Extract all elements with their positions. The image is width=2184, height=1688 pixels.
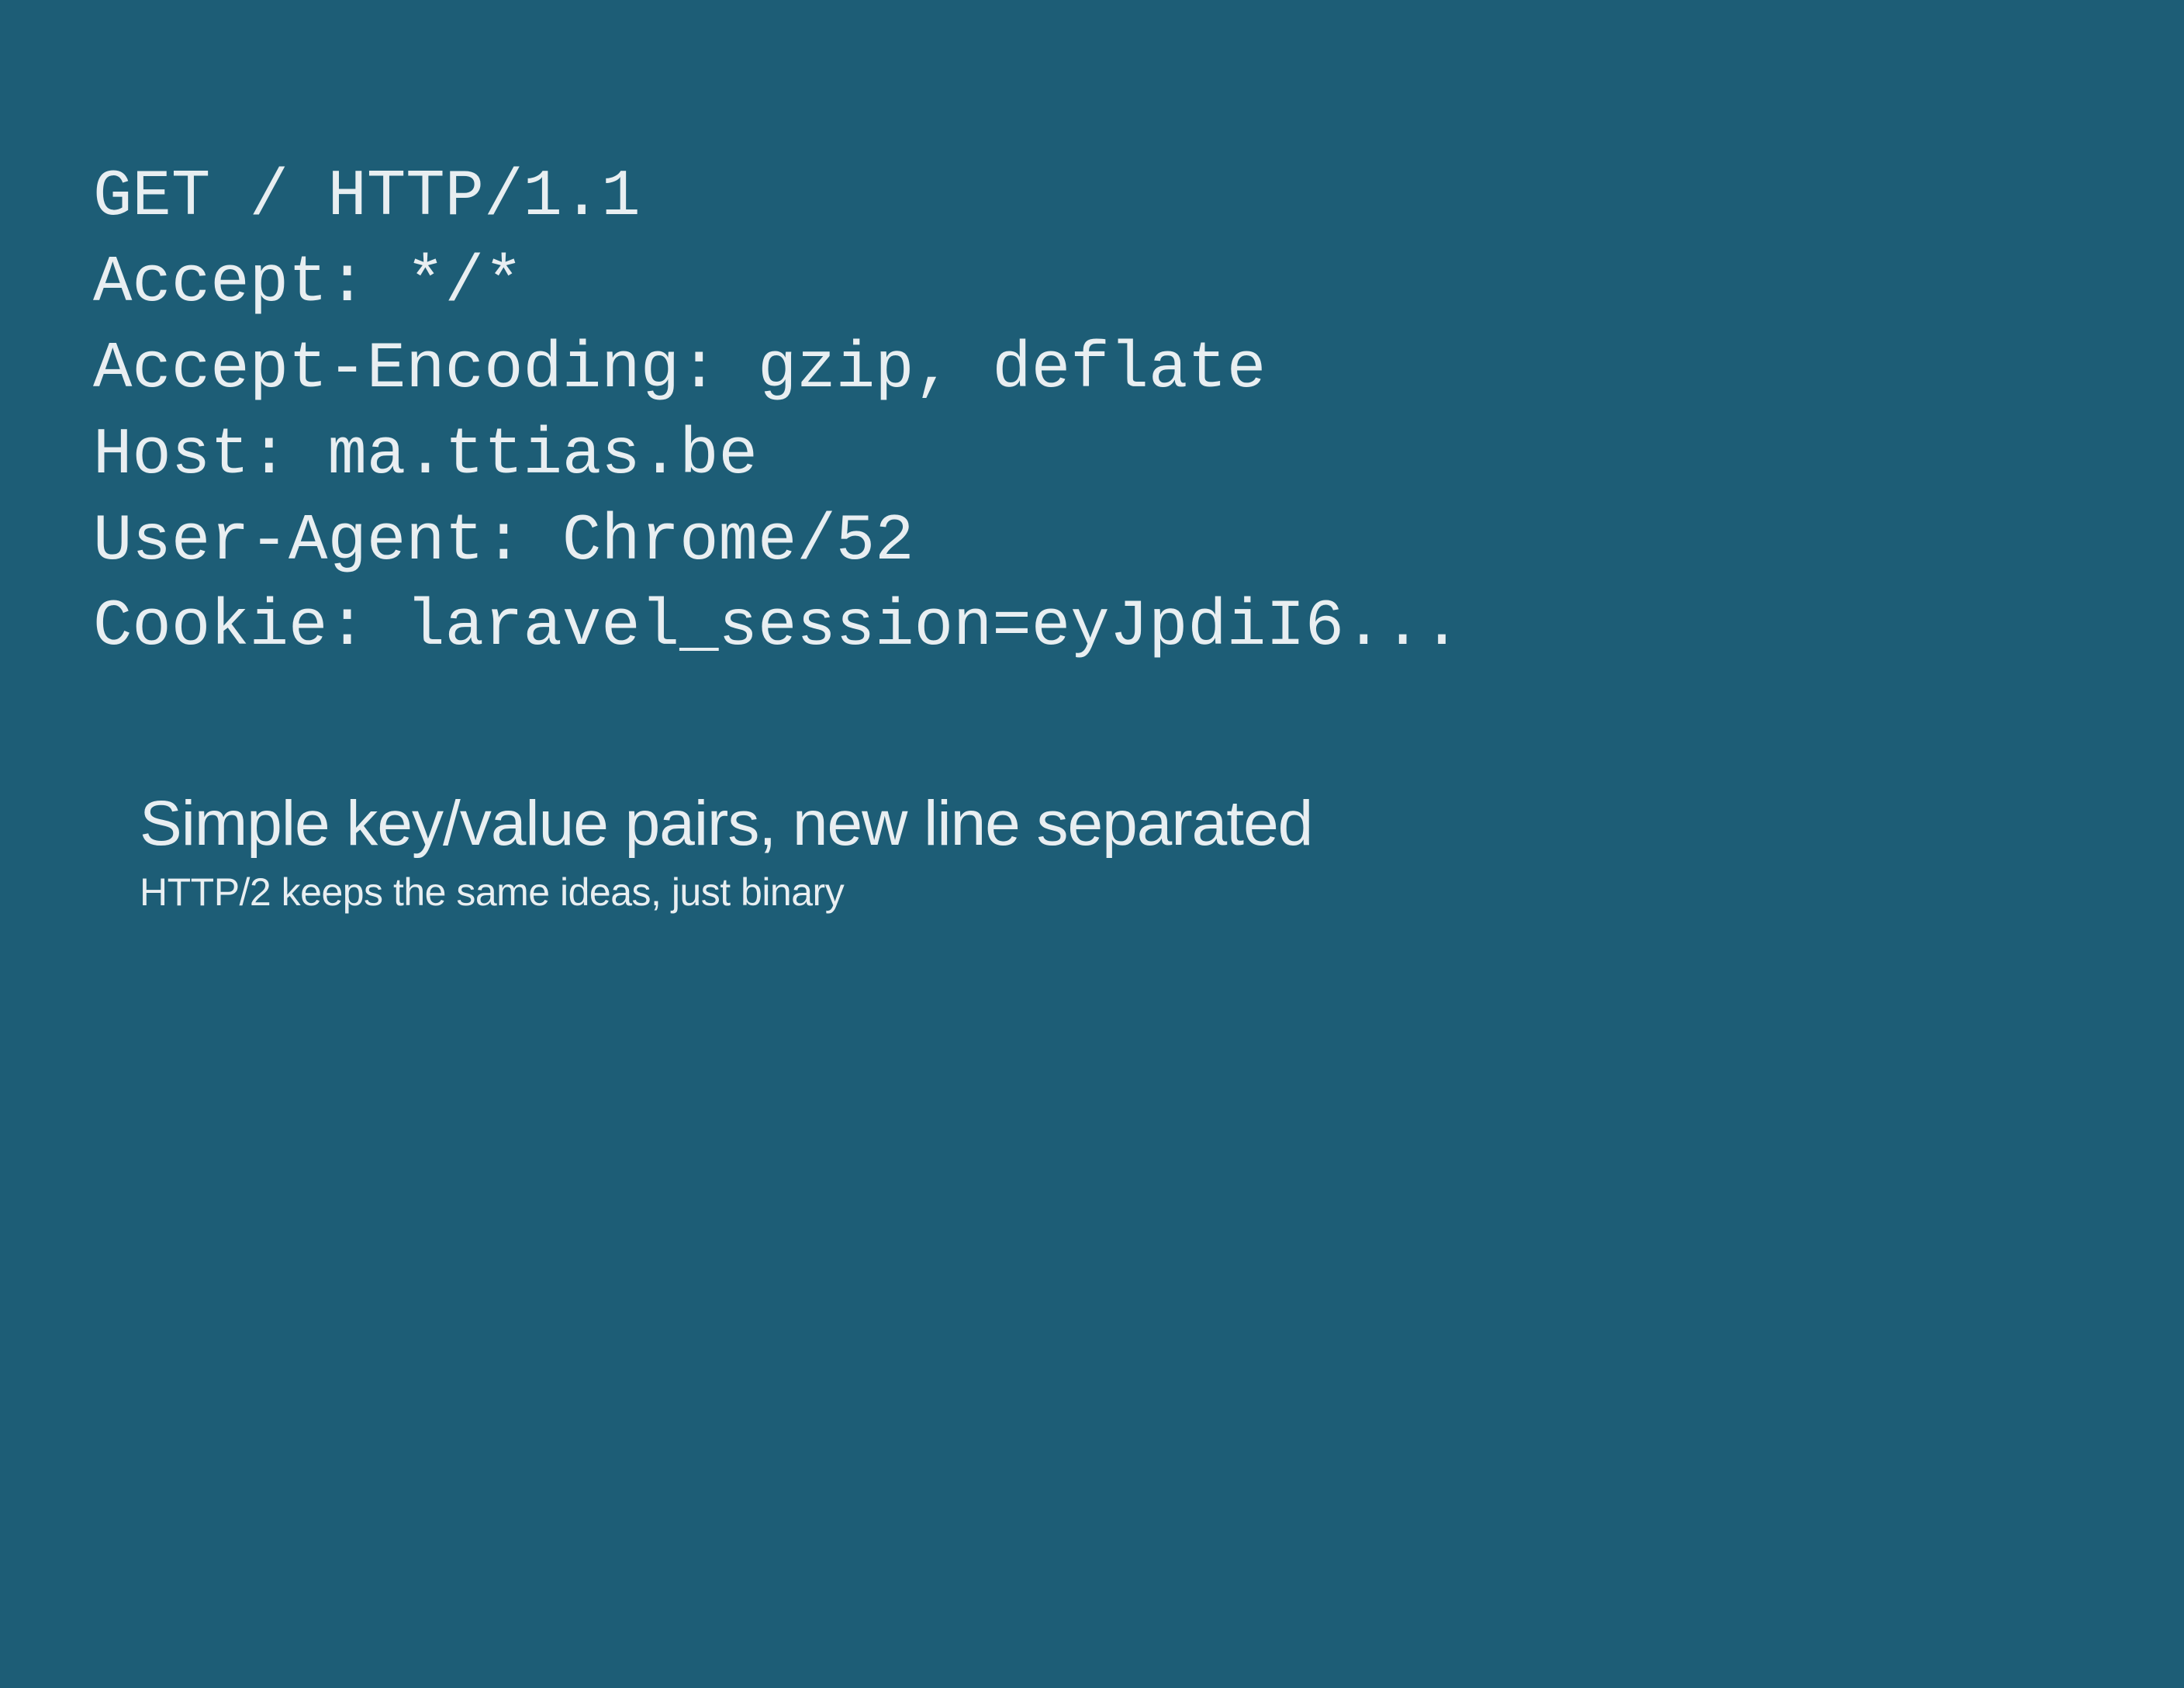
code-line-host: Host: ma.ttias.be <box>93 419 758 493</box>
code-line-request: GET / HTTP/1.1 <box>93 161 641 234</box>
code-line-user-agent: User-Agent: Chrome/52 <box>93 505 914 579</box>
code-line-cookie: Cookie: laravel_session=eyJpdiI6... <box>93 590 1461 664</box>
caption-title: Simple key/value pairs, new line separat… <box>140 787 2091 860</box>
http-request-code: GET / HTTP/1.1 Accept: */* Accept-Encodi… <box>93 155 2091 671</box>
caption-block: Simple key/value pairs, new line separat… <box>93 787 2091 915</box>
code-line-accept-encoding: Accept-Encoding: gzip, deflate <box>93 333 1266 406</box>
slide: GET / HTTP/1.1 Accept: */* Accept-Encodi… <box>0 0 2184 1688</box>
caption-subtitle: HTTP/2 keeps the same ideas, just binary <box>140 869 2091 915</box>
code-line-accept: Accept: */* <box>93 247 524 320</box>
